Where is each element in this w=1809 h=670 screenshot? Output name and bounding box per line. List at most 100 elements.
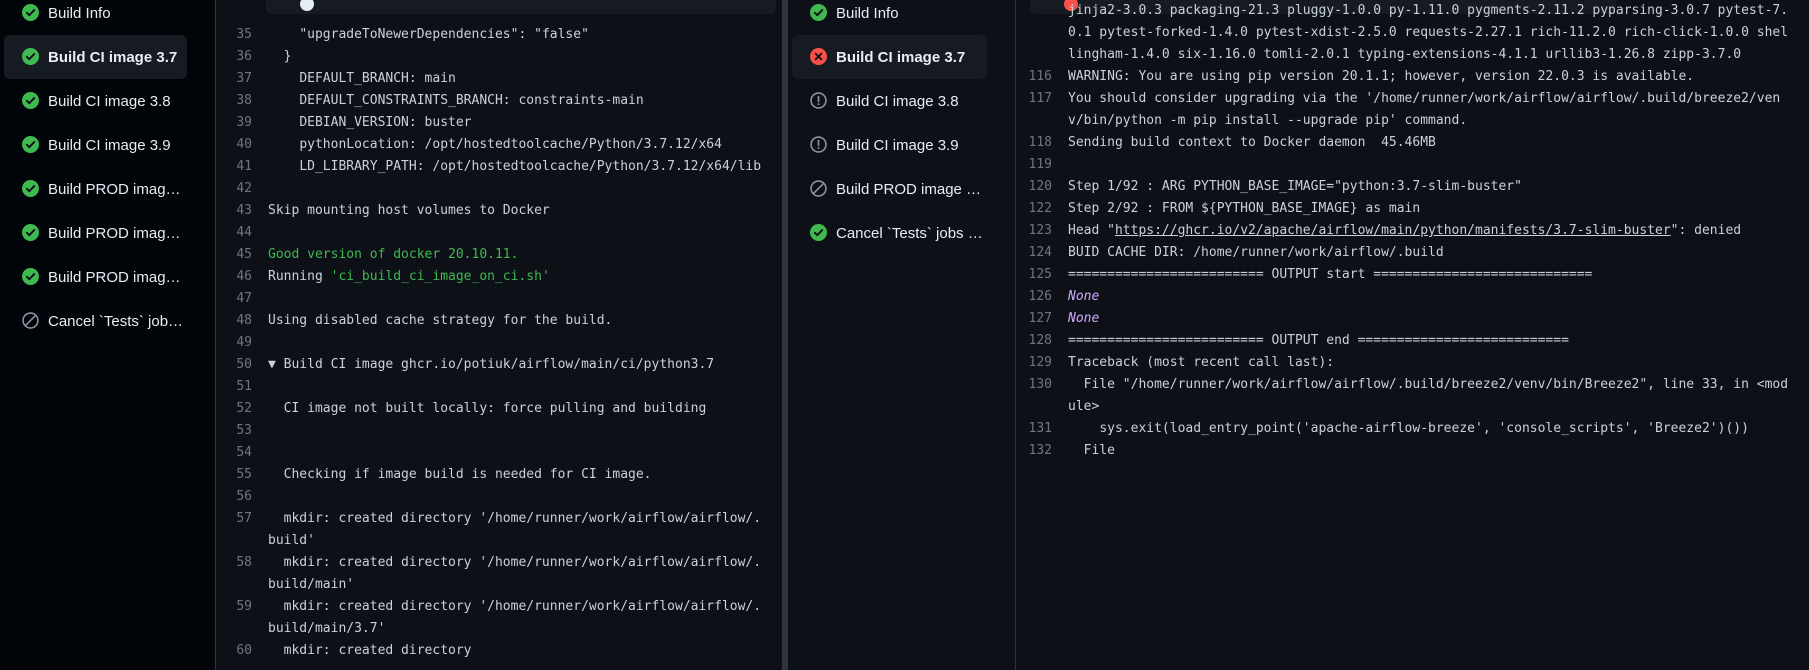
line-number[interactable]: 120 bbox=[1016, 176, 1052, 198]
log-line: 119 bbox=[1016, 154, 1799, 176]
left-log-viewer[interactable]: 35 "upgradeToNewerDependencies": "false"… bbox=[216, 0, 778, 670]
check-circle-icon bbox=[22, 268, 39, 285]
line-number[interactable]: 60 bbox=[216, 640, 252, 662]
log-text: File "/home/runner/work/airflow/airflow/… bbox=[1068, 377, 1789, 414]
sidebar-item-4[interactable]: Build CI image 3.9 bbox=[792, 123, 987, 167]
line-number[interactable]: 40 bbox=[216, 134, 252, 156]
line-number[interactable]: 49 bbox=[216, 332, 252, 354]
line-number[interactable]: 132 bbox=[1016, 440, 1052, 462]
line-number[interactable]: 122 bbox=[1016, 198, 1052, 220]
log-line: 59 mkdir: created directory '/home/runne… bbox=[216, 596, 778, 640]
line-number[interactable]: 45 bbox=[216, 244, 252, 266]
line-number[interactable]: 37 bbox=[216, 68, 252, 90]
alert-circle-icon bbox=[810, 136, 827, 153]
log-text: Good version of docker 20.10.11. bbox=[268, 247, 519, 262]
log-text: None bbox=[1068, 311, 1100, 326]
line-number[interactable]: 54 bbox=[216, 442, 252, 464]
line-number[interactable]: 124 bbox=[1016, 242, 1052, 264]
log-text: DEBIAN_VERSION: buster bbox=[268, 115, 472, 130]
sidebar-item-2[interactable]: Build CI image 3.7 bbox=[792, 35, 987, 79]
line-number[interactable]: 127 bbox=[1016, 308, 1052, 330]
line-number[interactable]: 131 bbox=[1016, 418, 1052, 440]
log-line: 51 bbox=[216, 376, 778, 398]
line-number[interactable]: 46 bbox=[216, 266, 252, 288]
log-line: 117 You should consider upgrading via the… bbox=[1016, 88, 1799, 132]
alert-circle-icon bbox=[810, 92, 827, 109]
sidebar-item-7[interactable]: Build PROD image 3.9 bbox=[4, 255, 187, 299]
line-number[interactable]: 59 bbox=[216, 596, 252, 618]
sidebar-item-5[interactable]: Build PROD image … bbox=[792, 167, 987, 211]
line-number[interactable]: 130 bbox=[1016, 374, 1052, 396]
line-number[interactable]: 118 bbox=[1016, 132, 1052, 154]
line-number[interactable]: 126 bbox=[1016, 286, 1052, 308]
sidebar-item-label: Build CI image 3.8 bbox=[48, 92, 171, 110]
sidebar-item-1[interactable]: Build Info bbox=[4, 0, 187, 35]
line-number[interactable]: 42 bbox=[216, 178, 252, 200]
line-number[interactable]: 125 bbox=[1016, 264, 1052, 286]
line-number[interactable]: 56 bbox=[216, 486, 252, 508]
log-url-link[interactable]: https://ghcr.io/v2/apache/airflow/main/p… bbox=[1115, 223, 1671, 238]
line-number[interactable]: 119 bbox=[1016, 154, 1052, 176]
log-line: 54 bbox=[216, 442, 778, 464]
log-line: 129 Traceback (most recent call last): bbox=[1016, 352, 1799, 374]
sidebar-item-4[interactable]: Build CI image 3.9 bbox=[4, 123, 187, 167]
sidebar-item-2[interactable]: Build CI image 3.7 bbox=[4, 35, 187, 79]
line-number[interactable]: 117 bbox=[1016, 88, 1052, 110]
line-number[interactable]: 48 bbox=[216, 310, 252, 332]
sidebar-item-1[interactable]: Build Info bbox=[792, 0, 987, 35]
right-log-viewer[interactable]: jinja2-3.0.3 packaging-21.3 pluggy-1.0.0… bbox=[1016, 0, 1809, 670]
log-line: 42 bbox=[216, 178, 778, 200]
sidebar-item-3[interactable]: Build CI image 3.8 bbox=[4, 79, 187, 123]
line-number[interactable]: 35 bbox=[216, 24, 252, 46]
line-number[interactable]: 123 bbox=[1016, 220, 1052, 242]
line-number[interactable]: 50 bbox=[216, 354, 252, 376]
left-step-header[interactable] bbox=[266, 0, 776, 14]
sidebar-item-label: Cancel `Tests` jobs … bbox=[836, 224, 983, 242]
line-number[interactable]: 44 bbox=[216, 222, 252, 244]
log-line: 52 CI image not built locally: force pul… bbox=[216, 398, 778, 420]
line-number[interactable]: 38 bbox=[216, 90, 252, 112]
log-text: mkdir: created directory '/home/runner/w… bbox=[268, 511, 762, 548]
log-text: None bbox=[1068, 289, 1100, 304]
sidebar-item-6[interactable]: Cancel `Tests` jobs … bbox=[792, 211, 987, 255]
line-number[interactable]: 128 bbox=[1016, 330, 1052, 352]
log-line: 128 ========================= OUTPUT end … bbox=[1016, 330, 1799, 352]
line-number[interactable]: 39 bbox=[216, 112, 252, 134]
log-line: 46 Running 'ci_build_ci_image_on_ci.sh' bbox=[216, 266, 778, 288]
line-number[interactable]: 52 bbox=[216, 398, 252, 420]
line-number[interactable]: 116 bbox=[1016, 66, 1052, 88]
check-circle-icon bbox=[22, 224, 39, 241]
log-line: 118 Sending build context to Docker daemo… bbox=[1016, 132, 1799, 154]
log-text: jinja2-3.0.3 packaging-21.3 pluggy-1.0.0… bbox=[1068, 3, 1789, 62]
log-text: "upgradeToNewerDependencies": "false" bbox=[268, 27, 589, 42]
line-number[interactable]: 41 bbox=[216, 156, 252, 178]
line-number[interactable]: 129 bbox=[1016, 352, 1052, 374]
log-text: DEFAULT_CONSTRAINTS_BRANCH: constraints-… bbox=[268, 93, 644, 108]
skipped-icon bbox=[22, 312, 39, 329]
line-number[interactable]: 51 bbox=[216, 376, 252, 398]
sidebar-item-6[interactable]: Build PROD image 3.8 bbox=[4, 211, 187, 255]
log-line: 55 Checking if image build is needed for… bbox=[216, 464, 778, 486]
log-text: Checking if image build is needed for CI… bbox=[268, 467, 652, 482]
sidebar-item-5[interactable]: Build PROD image 3.7 bbox=[4, 167, 187, 211]
line-number[interactable]: 36 bbox=[216, 46, 252, 68]
log-text: sys.exit(load_entry_point('apache-airflo… bbox=[1068, 421, 1749, 436]
sidebar-item-label: Build CI image 3.7 bbox=[48, 48, 178, 66]
log-line: 38 DEFAULT_CONSTRAINTS_BRANCH: constrain… bbox=[216, 90, 778, 112]
sidebar-item-3[interactable]: Build CI image 3.8 bbox=[792, 79, 987, 123]
line-number[interactable]: 55 bbox=[216, 464, 252, 486]
line-number[interactable]: 57 bbox=[216, 508, 252, 530]
line-number[interactable]: 43 bbox=[216, 200, 252, 222]
line-number[interactable]: 47 bbox=[216, 288, 252, 310]
log-text: Skip mounting host volumes to Docker bbox=[268, 203, 550, 218]
sidebar-item-8[interactable]: Cancel `Tests` jobs … bbox=[4, 299, 187, 343]
log-line: 36 } bbox=[216, 46, 778, 68]
sidebar-item-label: Build Info bbox=[836, 4, 899, 22]
line-number[interactable]: 58 bbox=[216, 552, 252, 574]
line-number[interactable]: 53 bbox=[216, 420, 252, 442]
